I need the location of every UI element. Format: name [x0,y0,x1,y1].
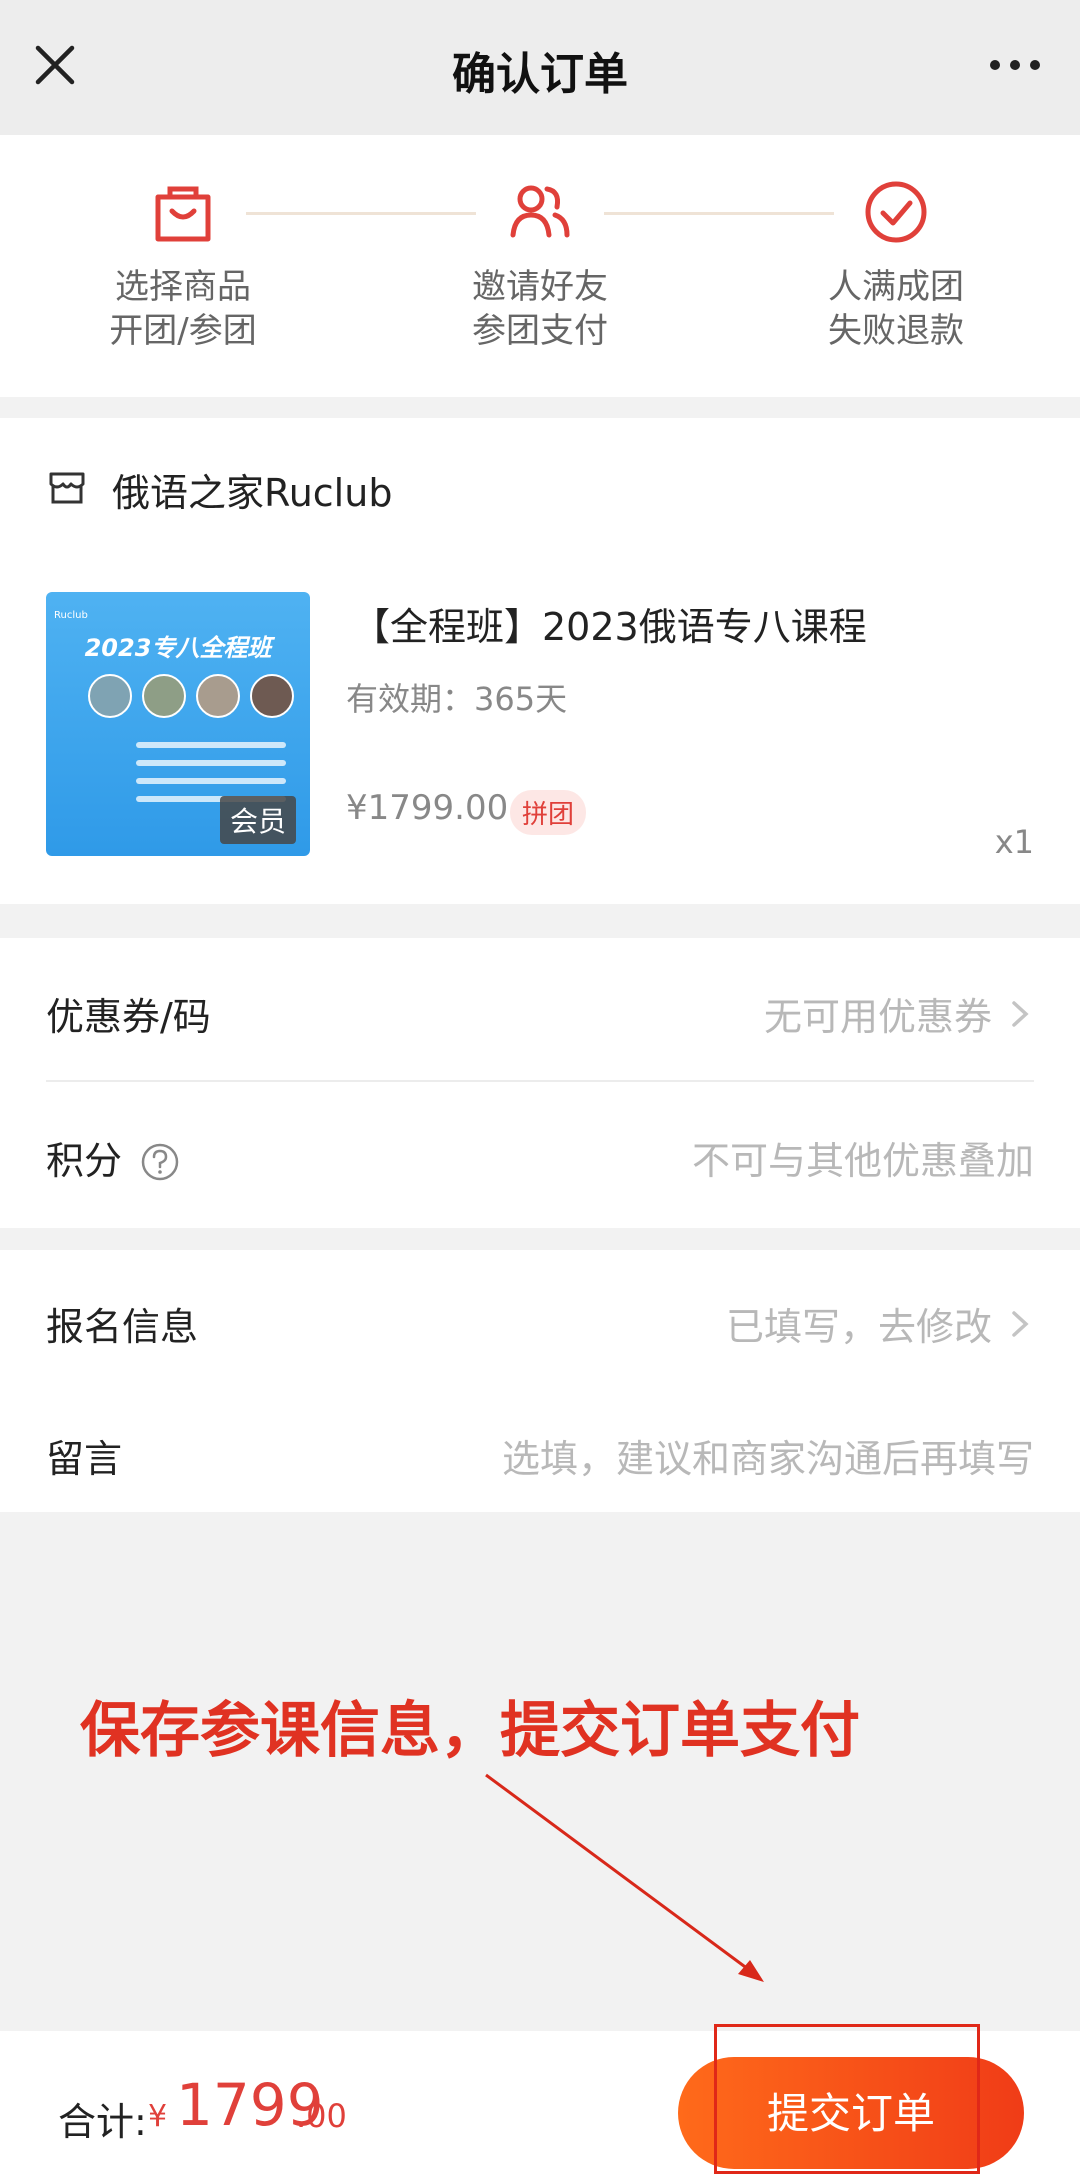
avatar [250,674,294,718]
signup-info-value: 已填写，去修改 [725,1305,992,1349]
step-invite-friends: 邀请好友 参团支付 [430,177,650,353]
product-card: 俄语之家Ruclub Ruclub 2023专八全程班 会员 【全程班】2023… [0,418,1080,904]
annotation-text: 保存参课信息，提交订单支付 [80,1696,860,1766]
step-line1: 邀请好友 [472,267,608,307]
divider [46,1080,1034,1082]
product-title: 【全程班】2023俄语专八课程 [352,605,867,649]
more-icon[interactable] [985,45,1045,85]
step-line2: 失败退款 [828,311,964,351]
thumb-line [136,778,286,784]
points-label: 积分 [46,1139,123,1183]
step-label: 邀请好友 参团支付 [430,265,650,353]
avatar [88,674,132,718]
signup-info-row[interactable]: 已填写，去修改 [726,1296,1034,1351]
step-line2: 开团/参团 [109,311,257,351]
check-circle-icon [865,181,927,243]
message-input[interactable]: 选填，建议和商家沟通后再填写 [502,1428,1034,1483]
thumb-logo: Ruclub [54,610,88,621]
coupon-value: 无可用优惠券 [763,995,992,1039]
shop-name[interactable]: 俄语之家Ruclub [112,462,392,517]
group-buy-steps: 选择商品 开团/参团 邀请好友 参团支付 人满成团 失败退款 [0,135,1080,397]
step-label: 人满成团 失败退款 [786,265,1006,353]
step-select-product: 选择商品 开团/参团 [73,177,293,353]
thumb-line [136,742,286,748]
product-price: ¥1799.00 [346,788,509,828]
annotation-highlight-box [714,2024,980,2174]
step-line1: 选择商品 [115,267,251,307]
total-label: 合计: [58,2100,147,2144]
thumb-title: 2023专八全程班 [84,634,272,662]
coupon-row[interactable]: 无可用优惠券 [764,986,1034,1041]
discount-section: 优惠券/码 无可用优惠券 积分 不可与其他优惠叠加 [0,938,1080,1228]
store-icon [49,472,85,504]
signup-info-label: 报名信息 [46,1305,199,1349]
product-quantity: x1 [994,823,1034,861]
info-section: 报名信息 已填写，去修改 留言 选填，建议和商家沟通后再填写 [0,1250,1080,1512]
group-buy-tag: 拼团 [510,790,587,835]
step-line1: 人满成团 [828,267,964,307]
member-badge: 会员 [219,796,296,844]
total-amount-decimal: .00 [296,2097,347,2135]
chevron-right-icon [1012,1310,1029,1337]
total-currency: ¥ [148,2099,168,2134]
help-icon[interactable] [140,1142,180,1182]
avatar [142,674,186,718]
step-label: 选择商品 开团/参团 [73,265,293,353]
nav-bar: 确认订单 [0,0,1080,135]
chevron-right-icon [1012,1000,1029,1027]
step-line2: 参团支付 [472,311,608,351]
points-value: 不可与其他优惠叠加 [691,1139,1034,1183]
shopping-bag-icon [155,186,211,242]
page-title: 确认订单 [452,49,628,100]
users-icon [510,185,570,238]
step-group-formed: 人满成团 失败退款 [786,177,1006,353]
product-thumbnail[interactable]: Ruclub 2023专八全程班 会员 [46,592,310,856]
message-label: 留言 [46,1437,123,1481]
coupon-label: 优惠券/码 [46,995,211,1039]
avatar [196,674,240,718]
thumb-line [136,760,286,766]
product-validity: 有效期：365天 [346,680,568,718]
